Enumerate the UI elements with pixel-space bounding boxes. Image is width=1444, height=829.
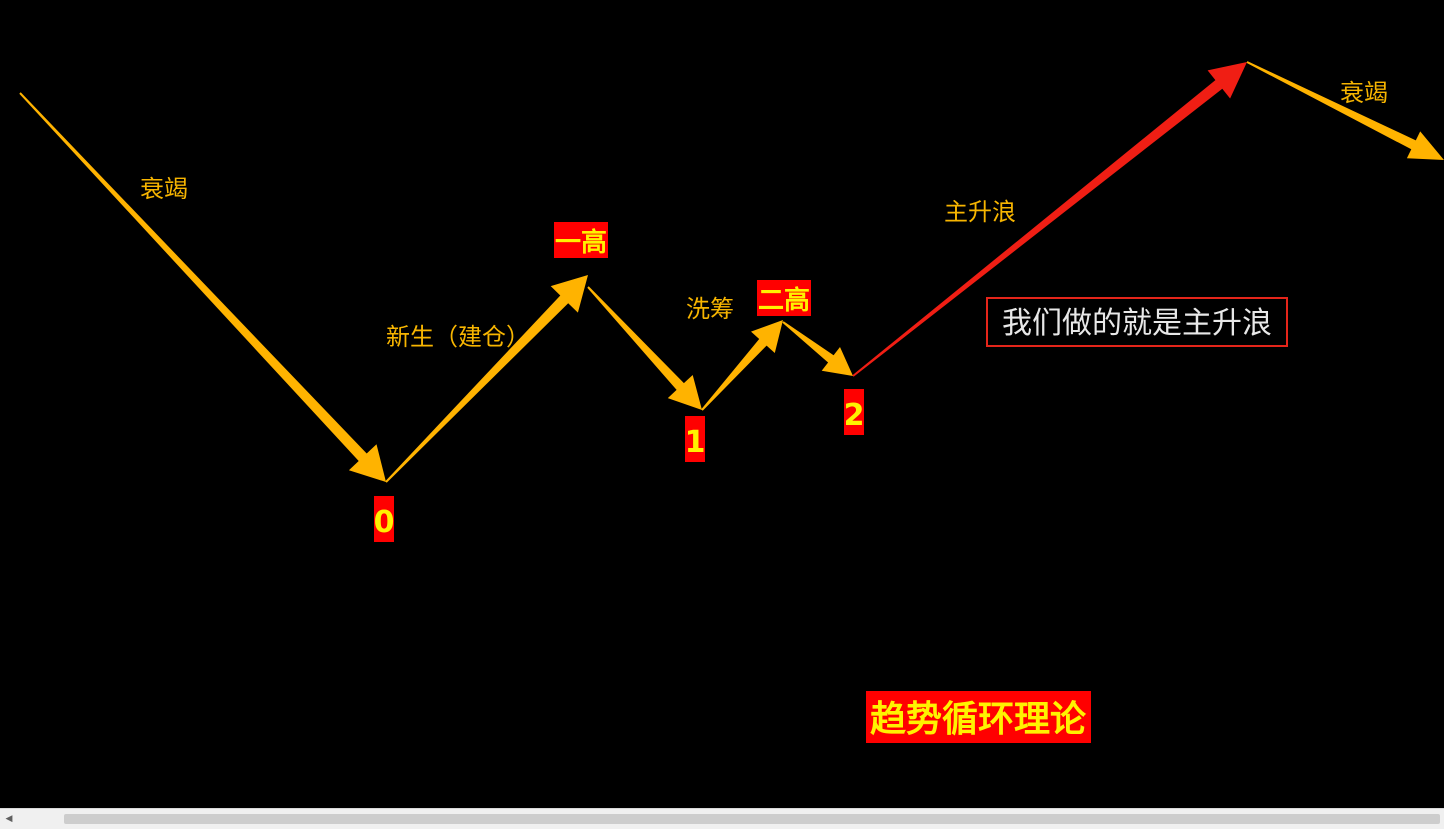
marker-first-high-label: 一高	[555, 227, 607, 258]
birth-arrow	[385, 275, 588, 483]
wave-arrows	[19, 61, 1444, 483]
marker-point-0: 0	[374, 496, 395, 542]
second-pullback-arrow	[782, 321, 853, 376]
marker-second-high-label: 二高	[758, 285, 810, 316]
first-pullback-arrow	[587, 286, 702, 410]
birth-label: 新生（建仓）	[386, 323, 530, 351]
horizontal-scrollbar[interactable]: ◀	[0, 808, 1444, 829]
marker-point-1: 1	[685, 416, 706, 462]
scroll-left-arrow-icon[interactable]: ◀	[2, 812, 16, 826]
main-rise-label: 主升浪	[944, 198, 1016, 226]
shakeout-label: 洗筹	[686, 295, 734, 323]
decline-arrow-right	[1246, 61, 1444, 160]
marker-point-1-label: 1	[685, 425, 706, 460]
decline-label-left: 衰竭	[140, 175, 188, 203]
title-box: 趋势循环理论	[866, 691, 1091, 743]
decline-arrow-left	[19, 92, 387, 483]
trend-cycle-diagram: 衰竭 新生（建仓） 洗筹 主升浪 衰竭 0 1 2 一高 二高 我们做的就是主升…	[19, 61, 1444, 743]
note-box: 我们做的就是主升浪	[986, 297, 1288, 347]
diagram-title: 趋势循环理论	[870, 699, 1087, 740]
marker-first-high: 一高	[554, 222, 608, 258]
second-rise-arrow	[701, 320, 783, 411]
marker-point-2-label: 2	[844, 398, 865, 433]
note-text: 我们做的就是主升浪	[1002, 306, 1272, 341]
scrollbar-thumb[interactable]	[64, 814, 1440, 824]
marker-second-high: 二高	[757, 280, 811, 316]
decline-label-right: 衰竭	[1340, 79, 1388, 107]
marker-point-2: 2	[844, 389, 865, 435]
marker-point-0-label: 0	[374, 505, 395, 540]
